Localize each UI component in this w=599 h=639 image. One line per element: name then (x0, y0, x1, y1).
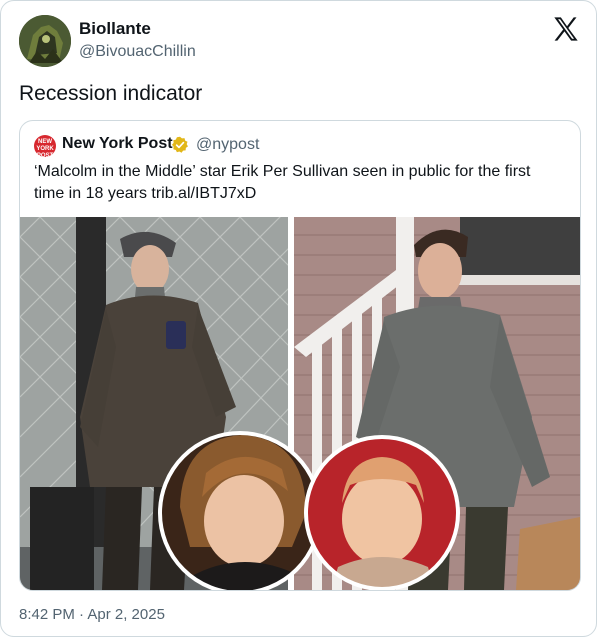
avatar-image (19, 15, 71, 67)
tweet-card: Biollante @BivouacChillin Recession indi… (0, 0, 597, 637)
news-photo[interactable] (20, 217, 580, 590)
tweet-text: Recession indicator (19, 82, 203, 105)
window (460, 217, 580, 277)
quoted-user-handle[interactable]: @nypost (196, 136, 259, 154)
tweet-timestamp[interactable]: 8:42 PM · Apr 2, 2025 (19, 606, 165, 623)
nypost-logo-icon: NEW YORK POST (34, 135, 56, 157)
display-name[interactable]: Biollante (79, 19, 151, 39)
quoted-tweet-text: ‘Malcolm in the Middle’ star Erik Per Su… (34, 163, 531, 202)
quoted-tweet[interactable]: NEW YORK POST New York Post @nypost ‘Mal… (19, 120, 581, 591)
user-handle[interactable]: @BivouacChillin (79, 43, 196, 61)
verified-badge-icon (171, 136, 188, 153)
avatar[interactable] (19, 15, 71, 67)
quoted-display-name[interactable]: New York Post (62, 135, 173, 153)
window-sill (456, 275, 580, 285)
x-logo-icon[interactable] (552, 15, 580, 43)
nypost-logo-text: NEW YORK POST (36, 139, 54, 157)
